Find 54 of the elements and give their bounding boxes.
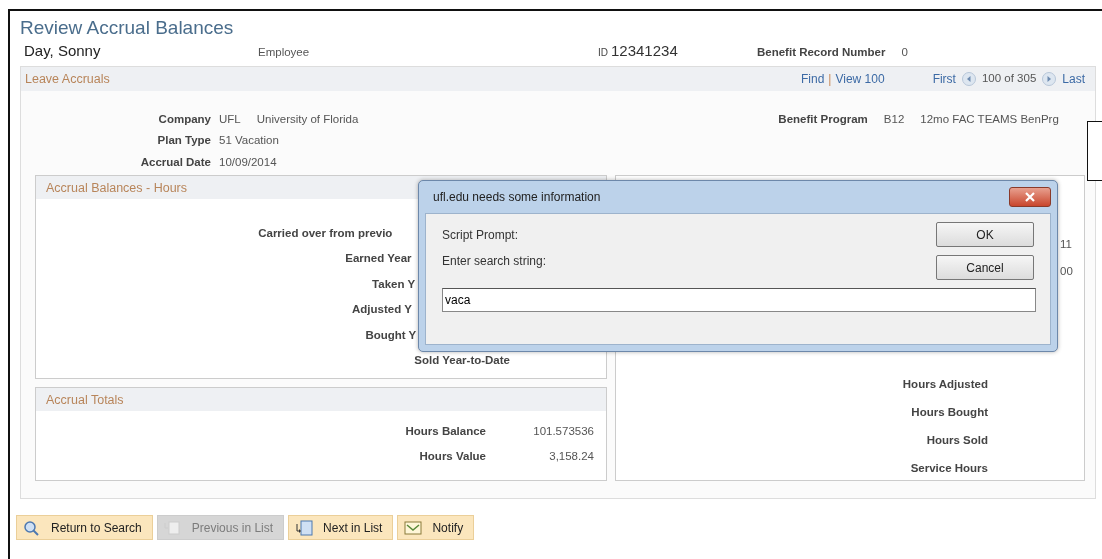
field-value: 51 Vacation bbox=[219, 133, 279, 149]
section-title: Leave Accruals bbox=[25, 70, 110, 88]
ok-button[interactable]: OK bbox=[936, 222, 1034, 247]
panel-title: Accrual Totals bbox=[36, 387, 606, 411]
close-button[interactable] bbox=[1009, 187, 1051, 207]
magnifier-icon bbox=[23, 519, 41, 536]
field-label: Plan Type bbox=[156, 133, 211, 149]
view-link[interactable]: View 100 bbox=[835, 70, 885, 88]
row-label: Bought Y bbox=[365, 327, 417, 343]
prompt-message: Enter search string: bbox=[442, 253, 547, 270]
id-label: ID bbox=[598, 46, 608, 60]
row-label: Service Hours bbox=[910, 461, 988, 477]
row-label: Hours Sold bbox=[926, 433, 988, 449]
record-count: 100 of 305 bbox=[981, 71, 1037, 87]
row-label: Hours Bought bbox=[911, 405, 988, 421]
row-value: 00 bbox=[1060, 264, 1073, 279]
field-value: B12 bbox=[883, 112, 905, 127]
prompt-label: Script Prompt: bbox=[442, 227, 520, 244]
field-label: Company bbox=[157, 112, 211, 127]
record-value: 0 bbox=[901, 45, 908, 60]
field-label: Accrual Date bbox=[139, 154, 211, 170]
toolbar-button[interactable]: Notify bbox=[397, 515, 475, 540]
toolbar-button[interactable]: Next in List bbox=[288, 515, 394, 540]
row-label: Sold Year-to-Date bbox=[414, 353, 510, 369]
row-label: Hours Balance bbox=[405, 423, 486, 439]
first-link[interactable]: First bbox=[932, 70, 956, 88]
cancel-button[interactable]: Cancel bbox=[936, 255, 1034, 280]
field-label: Benefit Program bbox=[778, 112, 868, 127]
field-value: 12mo FAC TEAMS BenPrg bbox=[920, 112, 1059, 127]
employee-name: Day, Sonny bbox=[24, 41, 102, 61]
search-input[interactable]: vaca bbox=[442, 288, 1036, 312]
row-label: Adjusted Y bbox=[352, 302, 412, 318]
record-label: Benefit Record Number bbox=[757, 45, 886, 60]
row-label: Hours Value bbox=[419, 449, 486, 465]
row-label: Carried over from previo bbox=[258, 225, 393, 241]
page-title: Review Accrual Balances bbox=[20, 16, 235, 40]
envelope-icon bbox=[404, 519, 423, 536]
row-value: 101.573536 bbox=[532, 423, 594, 439]
link-separator: | bbox=[828, 71, 832, 88]
row-value: 11 bbox=[1060, 237, 1072, 252]
page-icon bbox=[295, 519, 314, 536]
close-icon bbox=[1025, 192, 1035, 202]
field-value: University of Florida bbox=[256, 112, 359, 127]
row-label: Hours Adjusted bbox=[902, 377, 988, 393]
field-value: UFL bbox=[219, 112, 241, 127]
toolbar-button[interactable]: Return to Search bbox=[16, 515, 153, 540]
row-value: 3,158.24 bbox=[548, 449, 594, 465]
last-link[interactable]: Last bbox=[1062, 70, 1085, 88]
id-value: 12341234 bbox=[611, 41, 679, 61]
employee-label: Employee bbox=[258, 45, 311, 60]
field-value: 10/09/2014 bbox=[219, 154, 277, 170]
row-label: Taken Y bbox=[372, 276, 416, 292]
find-link[interactable]: Find bbox=[801, 70, 825, 88]
row-label: Earned Year bbox=[345, 251, 412, 267]
